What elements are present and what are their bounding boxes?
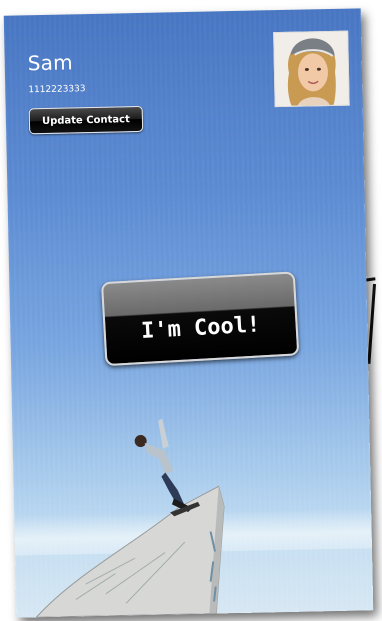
phone-screen: Sam 1112223333 Update Contact I'm Cool! [3,8,374,618]
contact-name: Sam [27,50,74,76]
callout-line-vertical [367,283,376,364]
im-cool-button[interactable]: I'm Cool! [100,271,300,367]
contact-phone-number: 1112223333 [28,84,86,96]
update-contact-button[interactable]: Update Contact [28,105,144,135]
contact-avatar[interactable] [273,30,350,108]
im-cool-button-label: I'm Cool! [140,311,261,344]
skateboarder-background-image [35,418,225,618]
avatar-photo-icon [274,31,349,107]
